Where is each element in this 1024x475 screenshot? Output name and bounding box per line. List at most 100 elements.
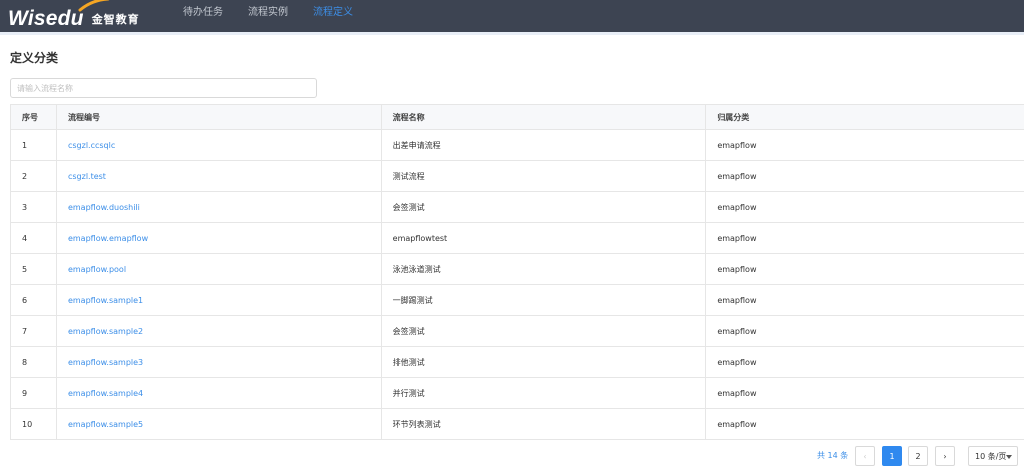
cell-category-text: emapflow <box>717 357 757 367</box>
cell-process-name: 会签测试 <box>382 316 707 346</box>
process-key-link[interactable]: csgzl.test <box>68 172 106 181</box>
page-size-value: 10 条/页 <box>975 451 1007 461</box>
cell-category-text: emapflow <box>717 202 757 212</box>
process-key-link[interactable]: csgzl.ccsqlc <box>68 141 115 150</box>
cell-process-name: 一脚踢测试 <box>382 285 707 315</box>
cell-category: emapflow <box>706 285 1024 315</box>
cell-index: 9 <box>11 378 57 408</box>
cell-process-key: emapflow.sample5 <box>57 409 382 439</box>
process-key-link[interactable]: emapflow.pool <box>68 265 126 274</box>
cell-category: emapflow <box>706 409 1024 439</box>
process-key-link[interactable]: emapflow.sample1 <box>68 296 143 305</box>
table-row[interactable]: 1 csgzl.ccsqlc 出差申请流程 emapflow <box>11 130 1024 161</box>
cell-index-text: 4 <box>22 233 28 243</box>
chevron-down-icon <box>1006 455 1012 459</box>
process-key-link[interactable]: emapflow.duoshili <box>68 203 140 212</box>
cell-category-text: emapflow <box>717 171 757 181</box>
cell-process-name-text: 测试流程 <box>392 171 425 181</box>
cell-category: emapflow <box>706 192 1024 222</box>
column-header-process-key[interactable]: 流程编号 <box>57 105 382 129</box>
cell-process-name: 出差申请流程 <box>382 130 707 160</box>
table-row[interactable]: 4 emapflow.emapflow emapflowtest emapflow <box>11 223 1024 254</box>
table-row[interactable]: 5 emapflow.pool 泳池泳道测试 emapflow <box>11 254 1024 285</box>
page-button-2[interactable]: 2 <box>908 446 928 466</box>
cell-process-name-text: 并行测试 <box>392 388 425 398</box>
cell-index: 4 <box>11 223 57 253</box>
cell-category-text: emapflow <box>717 140 757 150</box>
cell-category: emapflow <box>706 161 1024 191</box>
search-input[interactable] <box>10 78 317 98</box>
main-nav: 待办任务 流程实例 流程定义 <box>183 0 378 32</box>
table-row[interactable]: 2 csgzl.test 测试流程 emapflow <box>11 161 1024 192</box>
cell-category: emapflow <box>706 254 1024 284</box>
nav-todo-tasks[interactable]: 待办任务 <box>183 0 223 32</box>
cell-index: 8 <box>11 347 57 377</box>
cell-category-text: emapflow <box>717 326 757 336</box>
cell-process-name-text: emapflowtest <box>392 233 448 243</box>
table-row[interactable]: 8 emapflow.sample3 排他测试 emapflow <box>11 347 1024 378</box>
cell-process-name-text: 泳池泳道测试 <box>392 264 441 274</box>
table-row[interactable]: 6 emapflow.sample1 一脚踢测试 emapflow <box>11 285 1024 316</box>
nav-process-instances[interactable]: 流程实例 <box>248 0 288 32</box>
cell-index-text: 7 <box>22 326 28 336</box>
cell-index-text: 2 <box>22 171 28 181</box>
column-header-process-name[interactable]: 流程名称 <box>382 105 707 129</box>
cell-process-key: emapflow.duoshili <box>57 192 382 222</box>
cell-index-text: 10 <box>22 419 33 429</box>
cell-category: emapflow <box>706 378 1024 408</box>
logo-swoosh-icon <box>78 0 110 12</box>
cell-index: 6 <box>11 285 57 315</box>
table-header-row: 序号 流程编号 流程名称 归属分类 <box>11 105 1024 130</box>
cell-index-text: 1 <box>22 140 28 150</box>
cell-index-text: 6 <box>22 295 28 305</box>
process-key-link[interactable]: emapflow.sample5 <box>68 420 143 429</box>
cell-index: 10 <box>11 409 57 439</box>
navbar-divider <box>0 32 1024 35</box>
cell-process-name: 测试流程 <box>382 161 707 191</box>
cell-process-key: csgzl.ccsqlc <box>57 130 382 160</box>
table-row[interactable]: 9 emapflow.sample4 并行测试 emapflow <box>11 378 1024 409</box>
cell-category-text: emapflow <box>717 419 757 429</box>
cell-process-name-text: 一脚踢测试 <box>392 295 433 305</box>
pagination: 共 14 条 ‹ 1 2 › 10 条/页 <box>0 446 1024 466</box>
process-key-link[interactable]: emapflow.sample4 <box>68 389 143 398</box>
cell-process-name-text: 会签测试 <box>392 202 425 212</box>
process-key-link[interactable]: emapflow.sample3 <box>68 358 143 367</box>
cell-process-name: 并行测试 <box>382 378 707 408</box>
cell-process-key: emapflow.sample2 <box>57 316 382 346</box>
table-row[interactable]: 10 emapflow.sample5 环节列表测试 emapflow <box>11 409 1024 440</box>
cell-category: emapflow <box>706 130 1024 160</box>
cell-process-key: csgzl.test <box>57 161 382 191</box>
cell-process-name: 会签测试 <box>382 192 707 222</box>
table-row[interactable]: 3 emapflow.duoshili 会签测试 emapflow <box>11 192 1024 223</box>
cell-process-name-text: 会签测试 <box>392 326 425 336</box>
cell-category: emapflow <box>706 223 1024 253</box>
cell-index-text: 9 <box>22 388 28 398</box>
cell-category: emapflow <box>706 316 1024 346</box>
nav-process-definitions[interactable]: 流程定义 <box>313 0 353 32</box>
cell-index: 5 <box>11 254 57 284</box>
cell-index-text: 8 <box>22 357 28 367</box>
column-header-category[interactable]: 归属分类 <box>706 105 1024 129</box>
cell-index: 3 <box>11 192 57 222</box>
cell-index-text: 3 <box>22 202 28 212</box>
cell-process-name: emapflowtest <box>382 223 707 253</box>
cell-process-key: emapflow.sample1 <box>57 285 382 315</box>
process-key-link[interactable]: emapflow.sample2 <box>68 327 143 336</box>
process-key-link[interactable]: emapflow.emapflow <box>68 234 148 243</box>
column-header-index[interactable]: 序号 <box>11 105 57 129</box>
logo[interactable]: Wisedu 金智教育 <box>8 0 140 32</box>
page-size-select[interactable]: 10 条/页 <box>968 446 1018 466</box>
prev-page-button[interactable]: ‹ <box>855 446 875 466</box>
page-button-1[interactable]: 1 <box>882 446 902 466</box>
page-title: 定义分类 <box>10 51 59 65</box>
cell-index: 1 <box>11 130 57 160</box>
cell-process-name: 环节列表测试 <box>382 409 707 439</box>
next-page-button[interactable]: › <box>935 446 955 466</box>
process-definition-table: 序号 流程编号 流程名称 归属分类 1 csgzl.ccsqlc 出差申请流程 ema… <box>10 104 1024 440</box>
cell-category-text: emapflow <box>717 388 757 398</box>
table-row[interactable]: 7 emapflow.sample2 会签测试 emapflow <box>11 316 1024 347</box>
cell-process-key: emapflow.sample4 <box>57 378 382 408</box>
logo-brand: Wisedu <box>8 7 84 30</box>
cell-index: 2 <box>11 161 57 191</box>
